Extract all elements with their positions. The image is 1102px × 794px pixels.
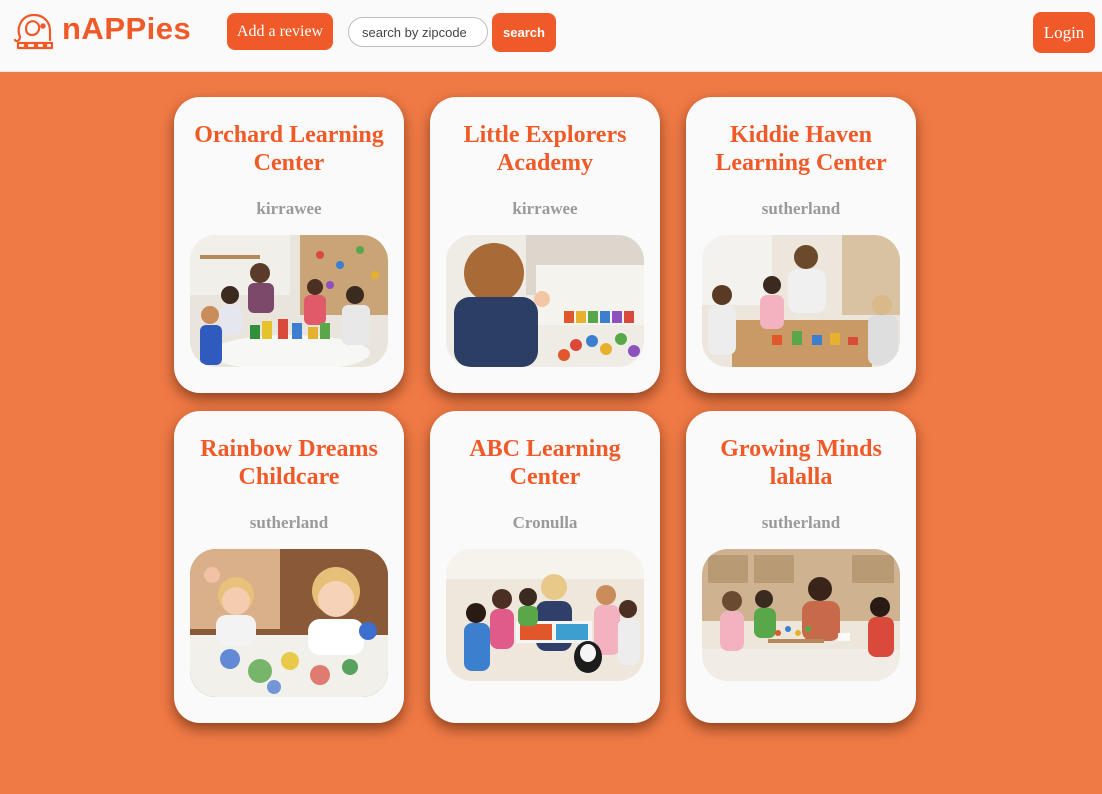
center-location: kirrawee xyxy=(512,199,578,218)
center-name: Rainbow Dreams Childcare xyxy=(200,436,378,490)
elephant-logo-icon xyxy=(13,13,54,50)
center-name: Kiddie Haven Learning Center xyxy=(715,122,887,176)
children-building-blocks-photo-icon xyxy=(190,235,388,367)
center-photo xyxy=(446,235,644,367)
center-location: sutherland xyxy=(761,199,841,218)
top-navbar: nAPPies Add a review search Login xyxy=(0,0,1102,72)
child-playing-abacus-photo-icon xyxy=(446,235,644,367)
teacher-with-children-photo-icon xyxy=(702,235,900,367)
brand-logo[interactable]: nAPPies xyxy=(12,7,191,51)
center-name: Orchard Learning Center xyxy=(194,122,384,176)
zipcode-search-input[interactable] xyxy=(348,17,488,47)
add-review-button[interactable]: Add a review xyxy=(227,13,333,50)
center-card[interactable]: ABC Learning Center Cronulla xyxy=(430,411,660,723)
center-location: sutherland xyxy=(761,513,841,532)
center-photo xyxy=(702,235,900,367)
center-card[interactable]: Kiddie Haven Learning Center sutherland xyxy=(686,97,916,393)
center-name: Little Explorers Academy xyxy=(463,122,627,176)
center-name: Growing Minds lalalla xyxy=(720,436,882,490)
toddlers-finger-painting-photo-icon xyxy=(190,549,388,697)
center-name: ABC Learning Center xyxy=(469,436,621,490)
center-photo xyxy=(190,549,388,697)
center-card[interactable]: Growing Minds lalalla sutherland xyxy=(686,411,916,723)
center-photo xyxy=(190,235,388,367)
center-card[interactable]: Little Explorers Academy kirrawee xyxy=(430,97,660,393)
center-location: sutherland xyxy=(249,513,329,532)
login-button[interactable]: Login xyxy=(1033,12,1095,53)
search-button[interactable]: search xyxy=(492,13,556,52)
center-card[interactable]: Rainbow Dreams Childcare sutherland xyxy=(174,411,404,723)
center-location: kirrawee xyxy=(256,199,322,218)
children-playing-abacus-photo-icon xyxy=(702,549,900,681)
center-card[interactable]: Orchard Learning Center kirrawee xyxy=(174,97,404,393)
teacher-reading-book-photo-icon xyxy=(446,549,644,681)
center-photo xyxy=(702,549,900,681)
brand-name: nAPPies xyxy=(62,11,192,46)
center-photo xyxy=(446,549,644,681)
center-location: Cronulla xyxy=(512,513,578,532)
